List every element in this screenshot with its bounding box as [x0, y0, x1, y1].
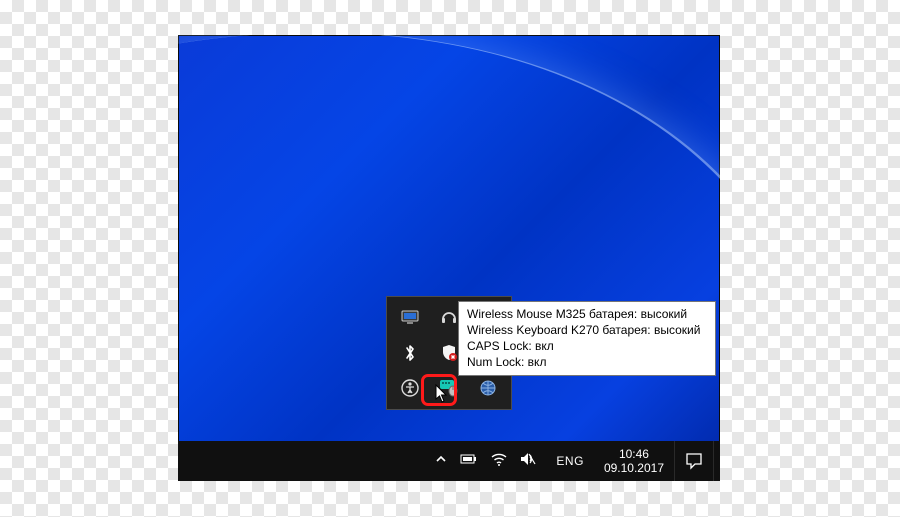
clock-time: 10:46 [604, 447, 664, 461]
tooltip-line: Wireless Keyboard K270 батарея: высокий [467, 322, 707, 338]
taskbar-network[interactable] [491, 452, 507, 471]
taskbar: ENG 10:46 09.10.2017 [178, 441, 720, 481]
headset-icon [440, 309, 458, 327]
language-indicator[interactable]: ENG [546, 454, 594, 468]
tooltip-line: CAPS Lock: вкл [467, 338, 707, 354]
volume-icon [520, 452, 536, 466]
taskbar-tray [435, 452, 546, 471]
action-center-button[interactable] [674, 441, 713, 481]
show-desktop-button[interactable] [713, 441, 720, 481]
tray-item-monitor[interactable] [391, 301, 430, 336]
logitech-icon [439, 379, 459, 397]
action-center-icon [685, 452, 703, 470]
chevron-up-icon [435, 453, 447, 465]
wifi-icon [491, 452, 507, 466]
shield-alert-icon [440, 344, 458, 362]
globe-icon [479, 379, 497, 397]
clock-date: 09.10.2017 [604, 461, 664, 475]
keyboard-assist-icon [401, 379, 419, 397]
tray-item-accessibility[interactable] [391, 370, 430, 405]
monitor-icon [401, 310, 419, 326]
desktop-screenshot: Wireless Mouse M325 батарея: высокий Wir… [178, 35, 720, 481]
tooltip-line: Num Lock: вкл [467, 354, 707, 370]
taskbar-volume[interactable] [520, 452, 536, 471]
taskbar-battery[interactable] [460, 452, 478, 470]
logitech-tooltip: Wireless Mouse M325 батарея: высокий Wir… [458, 301, 716, 376]
battery-icon [460, 453, 478, 465]
tray-item-bluetooth[interactable] [391, 336, 430, 371]
bluetooth-icon [403, 344, 417, 362]
taskbar-clock[interactable]: 10:46 09.10.2017 [594, 447, 674, 475]
tooltip-line: Wireless Mouse M325 батарея: высокий [467, 306, 707, 322]
tray-chevron-up[interactable] [435, 452, 447, 470]
page-root: Wireless Mouse M325 батарея: высокий Wir… [0, 0, 900, 517]
